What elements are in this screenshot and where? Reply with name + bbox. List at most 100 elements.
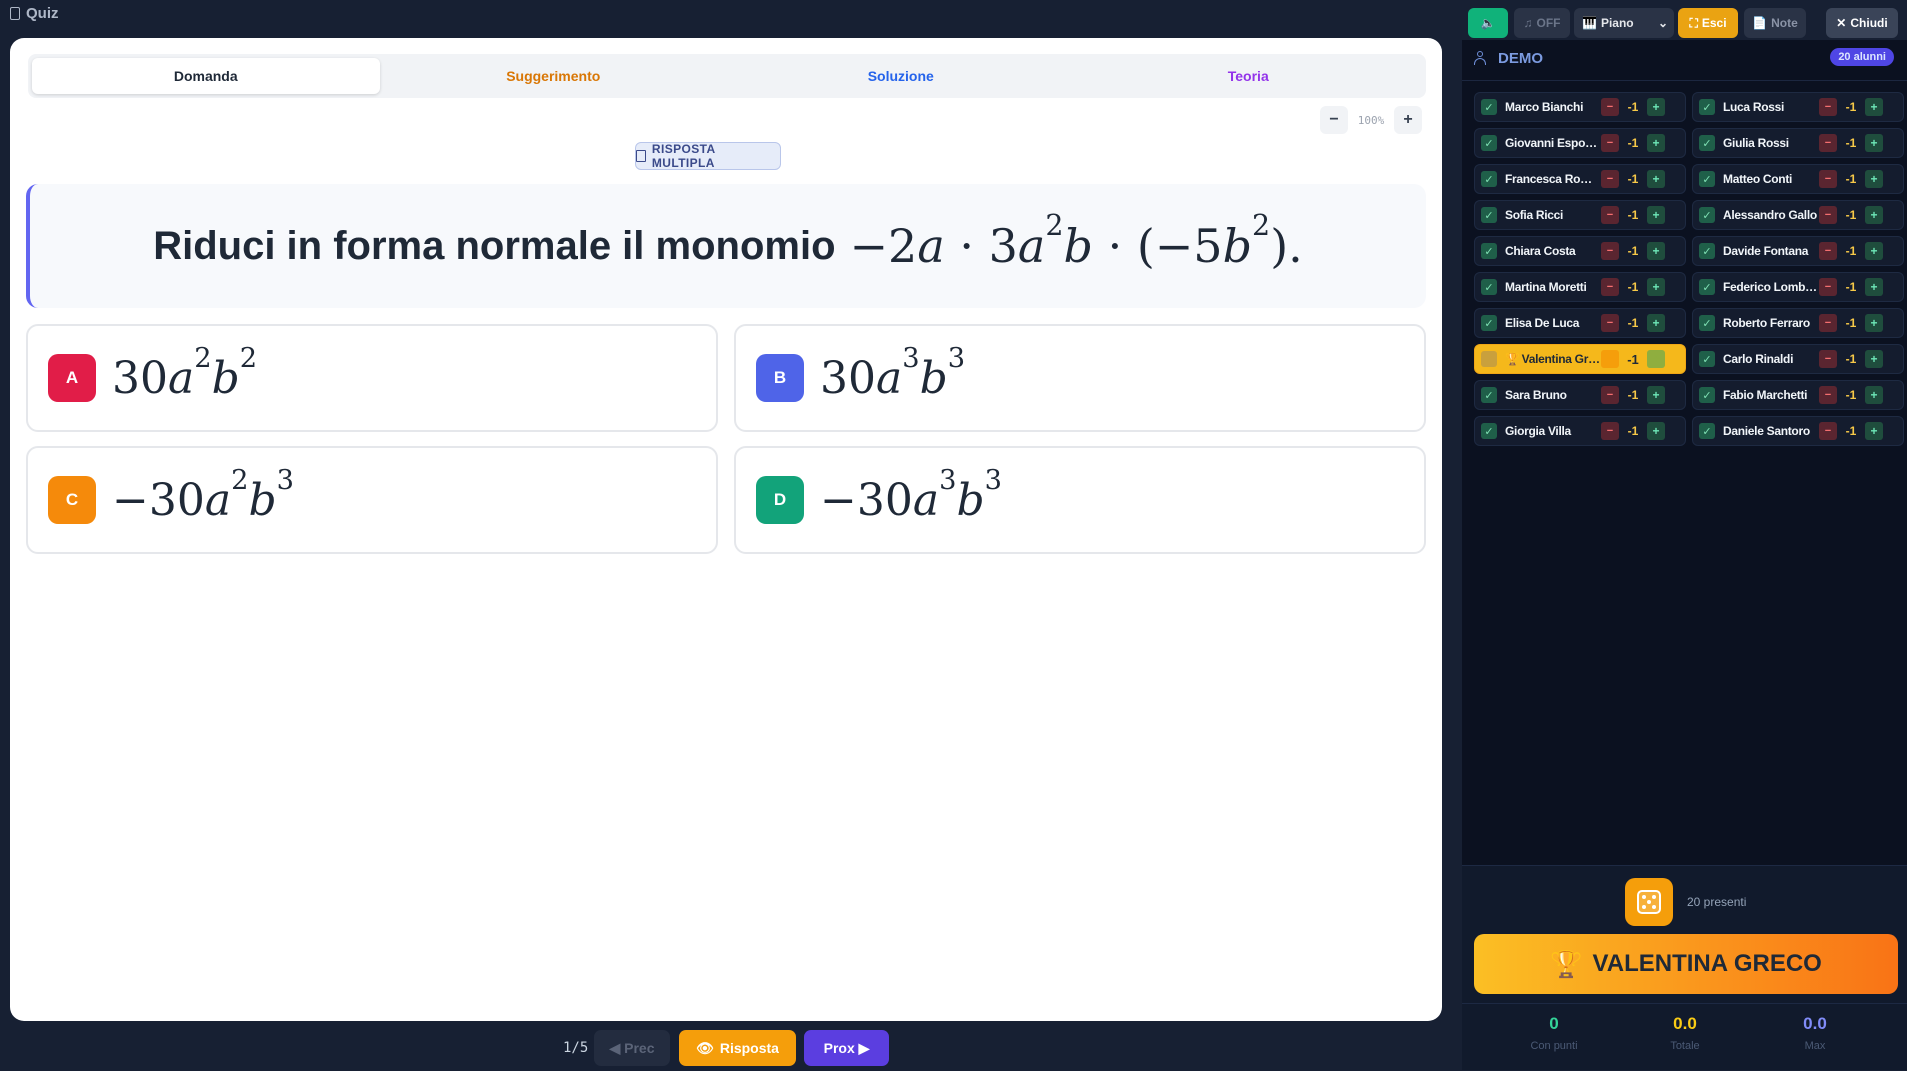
dice-button[interactable] (1625, 878, 1673, 926)
zoom-out-button[interactable]: − (1320, 106, 1348, 134)
check-icon[interactable]: ✓ (1699, 207, 1715, 223)
student-row[interactable]: ✓ Federico Lombardi − -1 + (1692, 272, 1904, 302)
check-icon[interactable]: ✓ (1699, 315, 1715, 331)
student-row[interactable]: ✓ Francesca Romano − -1 + (1474, 164, 1686, 194)
student-row[interactable]: ✓ Davide Fontana − -1 + (1692, 236, 1904, 266)
music-toggle-button[interactable]: ♫ OFF (1514, 8, 1570, 38)
student-row[interactable]: ✓ Roberto Ferraro − -1 + (1692, 308, 1904, 338)
student-row[interactable]: ✓ Chiara Costa − -1 + (1474, 236, 1686, 266)
increase-score-button[interactable]: + (1647, 386, 1665, 404)
check-icon[interactable]: ✓ (1481, 135, 1497, 151)
increase-score-button[interactable]: + (1865, 350, 1883, 368)
check-icon[interactable]: ✓ (1481, 207, 1497, 223)
check-icon[interactable]: ✓ (1699, 99, 1715, 115)
check-icon[interactable]: ✓ (1481, 99, 1497, 115)
student-row[interactable]: ✓ Daniele Santoro − -1 + (1692, 416, 1904, 446)
decrease-score-button[interactable]: − (1601, 98, 1619, 116)
decrease-score-button[interactable]: − (1819, 206, 1837, 224)
check-icon[interactable]: ✓ (1481, 243, 1497, 259)
increase-score-button[interactable]: + (1865, 242, 1883, 260)
increase-score-button[interactable]: + (1865, 314, 1883, 332)
increase-score-button[interactable]: + (1865, 206, 1883, 224)
decrease-score-button[interactable]: − (1601, 350, 1619, 368)
exit-button[interactable]: ⛶ Esci (1678, 8, 1738, 38)
check-icon[interactable]: ✓ (1699, 387, 1715, 403)
check-icon[interactable]: ✓ (1481, 387, 1497, 403)
option-c[interactable]: C −30a2b3 (26, 446, 718, 554)
option-d[interactable]: D −30a3b3 (734, 446, 1426, 554)
increase-score-button[interactable]: + (1647, 242, 1665, 260)
decrease-score-button[interactable]: − (1819, 242, 1837, 260)
zoom-in-button[interactable]: + (1394, 106, 1422, 134)
decrease-score-button[interactable]: − (1601, 422, 1619, 440)
student-row[interactable]: ✓ Marco Bianchi − -1 + (1474, 92, 1686, 122)
decrease-score-button[interactable]: − (1601, 386, 1619, 404)
increase-score-button[interactable]: + (1865, 170, 1883, 188)
tab-suggerimento[interactable]: Suggerimento (380, 58, 728, 94)
option-a[interactable]: A 30a2b2 (26, 324, 718, 432)
close-button[interactable]: ✕ Chiudi (1826, 8, 1898, 38)
increase-score-button[interactable]: + (1647, 278, 1665, 296)
decrease-score-button[interactable]: − (1819, 134, 1837, 152)
increase-score-button[interactable]: + (1647, 206, 1665, 224)
increase-score-button[interactable]: + (1865, 134, 1883, 152)
decrease-score-button[interactable]: − (1601, 134, 1619, 152)
check-icon[interactable]: ✓ (1481, 315, 1497, 331)
increase-score-button[interactable]: + (1647, 422, 1665, 440)
decrease-score-button[interactable]: − (1819, 278, 1837, 296)
increase-score-button[interactable]: + (1647, 134, 1665, 152)
tab-soluzione[interactable]: Soluzione (727, 58, 1075, 94)
decrease-score-button[interactable]: − (1601, 314, 1619, 332)
next-button[interactable]: Prox ▶ (804, 1030, 889, 1066)
check-icon[interactable]: ✓ (1699, 171, 1715, 187)
check-icon[interactable]: ✓ (1481, 171, 1497, 187)
student-row[interactable]: ✓ Luca Rossi − -1 + (1692, 92, 1904, 122)
increase-score-button[interactable]: + (1647, 170, 1665, 188)
student-row[interactable]: ✓ Alessandro Gallo − -1 + (1692, 200, 1904, 230)
student-row[interactable]: ✓ Sara Bruno − -1 + (1474, 380, 1686, 410)
student-row[interactable]: ✓ Giovanni Esposito − -1 + (1474, 128, 1686, 158)
tab-teoria[interactable]: Teoria (1075, 58, 1423, 94)
student-row[interactable]: ✓ Carlo Rinaldi − -1 + (1692, 344, 1904, 374)
increase-score-button[interactable]: + (1865, 278, 1883, 296)
decrease-score-button[interactable]: − (1601, 278, 1619, 296)
increase-score-button[interactable]: + (1865, 386, 1883, 404)
tab-domanda[interactable]: Domanda (32, 58, 380, 94)
decrease-score-button[interactable]: − (1601, 170, 1619, 188)
answer-button[interactable]: 👁 Risposta (679, 1030, 796, 1066)
check-icon[interactable]: ✓ (1699, 243, 1715, 259)
student-row[interactable]: ✓ 🏆 Valentina Greco − -1 + (1474, 344, 1686, 374)
student-row[interactable]: ✓ Sofia Ricci − -1 + (1474, 200, 1686, 230)
check-icon[interactable]: ✓ (1481, 351, 1497, 367)
student-row[interactable]: ✓ Matteo Conti − -1 + (1692, 164, 1904, 194)
student-row[interactable]: ✓ Martina Moretti − -1 + (1474, 272, 1686, 302)
decrease-score-button[interactable]: − (1819, 170, 1837, 188)
decrease-score-button[interactable]: − (1819, 98, 1837, 116)
decrease-score-button[interactable]: − (1819, 314, 1837, 332)
student-row[interactable]: ✓ Giulia Rossi − -1 + (1692, 128, 1904, 158)
increase-score-button[interactable]: + (1865, 98, 1883, 116)
check-icon[interactable]: ✓ (1699, 279, 1715, 295)
check-icon[interactable]: ✓ (1699, 135, 1715, 151)
check-icon[interactable]: ✓ (1699, 351, 1715, 367)
increase-score-button[interactable]: + (1865, 422, 1883, 440)
student-row[interactable]: ✓ Elisa De Luca − -1 + (1474, 308, 1686, 338)
option-b[interactable]: B 30a3b3 (734, 324, 1426, 432)
instrument-select[interactable]: 🎹 Piano ⌄ (1574, 8, 1674, 38)
student-row[interactable]: ✓ Giorgia Villa − -1 + (1474, 416, 1686, 446)
speaker-button[interactable]: 🔈 (1468, 8, 1508, 38)
check-icon[interactable]: ✓ (1481, 423, 1497, 439)
prev-button[interactable]: ◀ Prec (594, 1030, 670, 1066)
decrease-score-button[interactable]: − (1819, 350, 1837, 368)
increase-score-button[interactable]: + (1647, 314, 1665, 332)
decrease-score-button[interactable]: − (1819, 386, 1837, 404)
decrease-score-button[interactable]: − (1819, 422, 1837, 440)
decrease-score-button[interactable]: − (1601, 206, 1619, 224)
decrease-score-button[interactable]: − (1601, 242, 1619, 260)
increase-score-button[interactable]: + (1647, 350, 1665, 368)
check-icon[interactable]: ✓ (1481, 279, 1497, 295)
note-button[interactable]: 📄 Note (1744, 8, 1806, 38)
increase-score-button[interactable]: + (1647, 98, 1665, 116)
check-icon[interactable]: ✓ (1699, 423, 1715, 439)
student-row[interactable]: ✓ Fabio Marchetti − -1 + (1692, 380, 1904, 410)
